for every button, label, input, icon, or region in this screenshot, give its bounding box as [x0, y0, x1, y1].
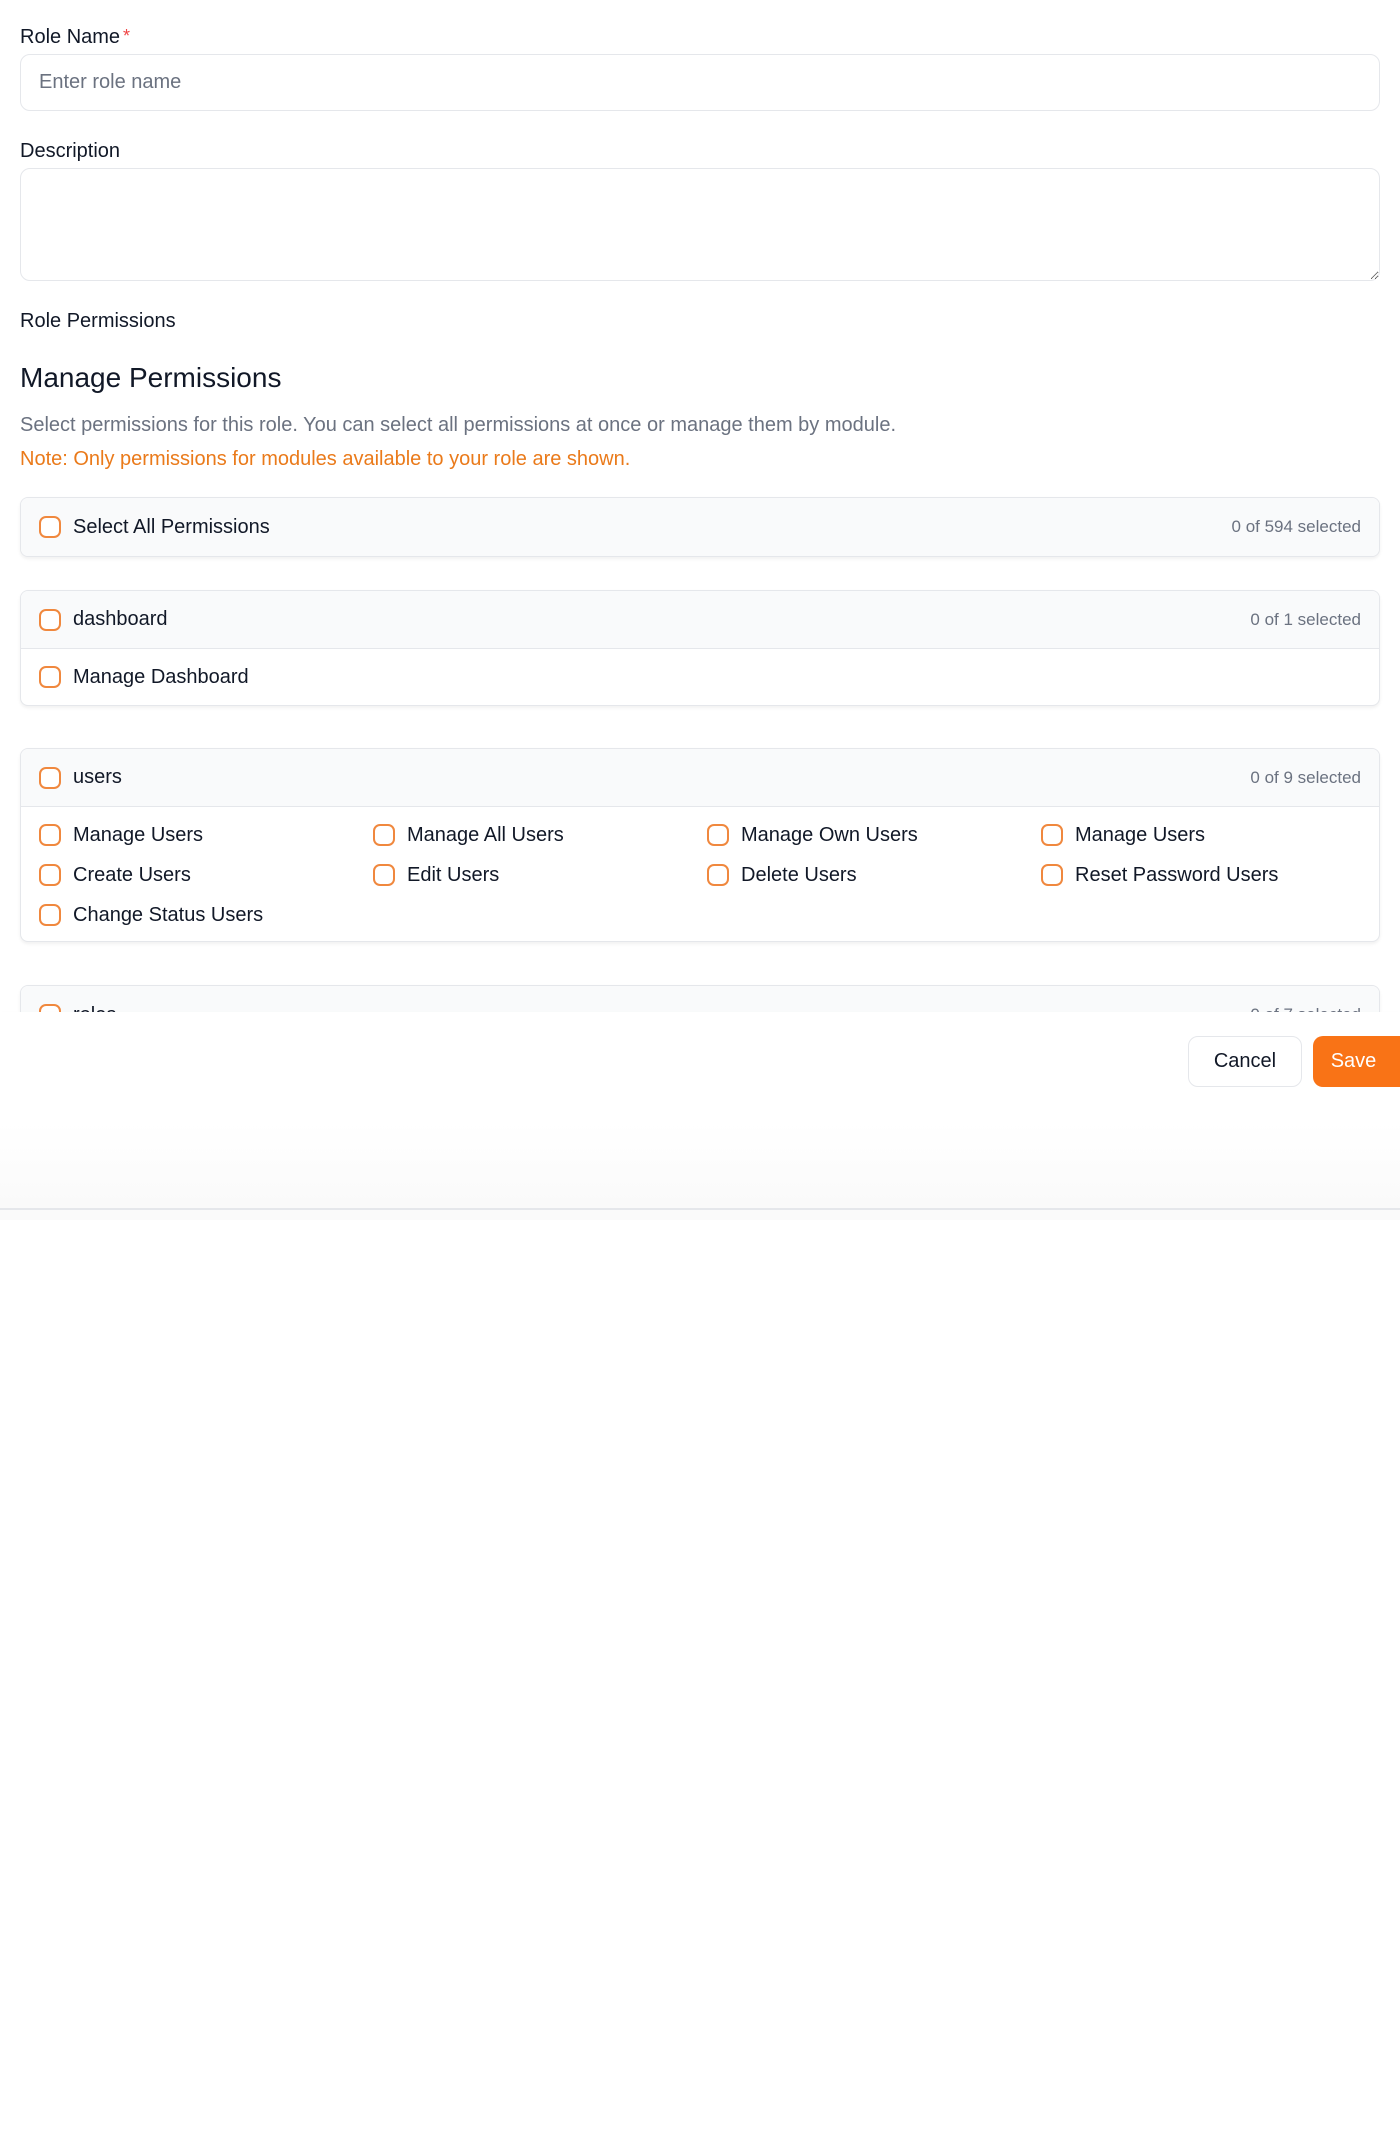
select-all-label: Select All Permissions: [73, 515, 270, 538]
page-background-strip-bottom: [0, 1210, 1400, 1220]
module-count: 0 of 9 selected: [1250, 767, 1361, 787]
page-background-strip: [0, 1122, 1400, 1210]
permission-label: Delete Users: [741, 863, 857, 886]
role-name-label-text: Role Name: [20, 26, 121, 48]
manage-permissions-subtitle: Select permissions for this role. You ca…: [20, 414, 896, 436]
permission-label: Change Status Users: [73, 903, 264, 926]
select-all-box: Select All Permissions 0 of 594 selected: [20, 497, 1380, 557]
save-button[interactable]: Save: [1313, 1036, 1400, 1087]
permission-checkbox[interactable]: [707, 864, 729, 886]
permission-label: Manage Dashboard: [73, 665, 249, 688]
permission-checkbox[interactable]: [39, 904, 61, 926]
select-all-checkbox[interactable]: [39, 516, 61, 538]
permission-label: Reset Password Users: [1075, 863, 1279, 886]
permission-checkbox[interactable]: [39, 864, 61, 886]
module-checkbox[interactable]: [39, 608, 61, 631]
cancel-button[interactable]: Cancel: [1188, 1036, 1302, 1087]
permission-checkbox[interactable]: [373, 864, 395, 886]
description-textarea[interactable]: [20, 168, 1380, 281]
permission-item[interactable]: Edit Users: [373, 859, 707, 891]
permission-item[interactable]: Manage Own Users: [707, 819, 1041, 851]
module-header[interactable]: dashboard 0 of 1 selected: [21, 591, 1379, 649]
permission-label: Create Users: [73, 863, 191, 886]
permission-checkbox[interactable]: [1041, 864, 1063, 886]
permission-item[interactable]: Manage Dashboard: [39, 661, 373, 693]
manage-permissions-note: Note: Only permissions for modules avail…: [20, 448, 631, 470]
select-all-count: 0 of 594 selected: [1231, 517, 1361, 536]
permission-checkbox[interactable]: [39, 824, 61, 846]
module-header[interactable]: users 0 of 9 selected: [21, 749, 1379, 807]
permission-label: Manage All Users: [407, 823, 564, 846]
module-name: dashboard: [73, 608, 168, 630]
permission-label: Manage Users: [1075, 823, 1206, 846]
role-name-input[interactable]: [20, 54, 1380, 111]
role-name-label: Role Name *: [20, 26, 130, 49]
required-mark: *: [123, 26, 131, 46]
module-name: users: [73, 766, 122, 788]
module-checkbox[interactable]: [39, 766, 61, 789]
permission-label: Edit Users: [407, 863, 500, 886]
permission-label: Manage Own Users: [741, 823, 918, 846]
role-permissions-label: Role Permissions: [20, 310, 176, 332]
permission-item[interactable]: Manage All Users: [373, 819, 707, 851]
permission-checkbox[interactable]: [1041, 824, 1063, 846]
permission-item[interactable]: Change Status Users: [39, 899, 373, 931]
select-all-row[interactable]: Select All Permissions 0 of 594 selected: [21, 498, 1379, 556]
manage-permissions-title: Manage Permissions: [20, 362, 282, 393]
permission-checkbox[interactable]: [707, 824, 729, 846]
permission-item[interactable]: Manage Users: [1041, 819, 1375, 851]
permission-item[interactable]: Delete Users: [707, 859, 1041, 891]
dialog-footer: Cancel Save: [0, 1012, 1400, 1122]
permission-checkbox[interactable]: [373, 824, 395, 846]
permission-label: Manage Users: [73, 823, 204, 846]
module-dashboard: dashboard 0 of 1 selected Manage Dashboa…: [20, 590, 1380, 706]
permission-list: Manage Dashboard: [21, 649, 1379, 705]
permission-item[interactable]: Reset Password Users: [1041, 859, 1375, 891]
module-count: 0 of 1 selected: [1250, 609, 1361, 629]
module-users: users 0 of 9 selected Manage Users Manag…: [20, 748, 1380, 942]
description-label: Description: [20, 140, 121, 162]
permission-list: Manage Users Manage All Users Manage Own…: [21, 807, 1379, 941]
permission-checkbox[interactable]: [39, 666, 61, 688]
permission-item[interactable]: Create Users: [39, 859, 373, 891]
permission-item[interactable]: Manage Users: [39, 819, 373, 851]
